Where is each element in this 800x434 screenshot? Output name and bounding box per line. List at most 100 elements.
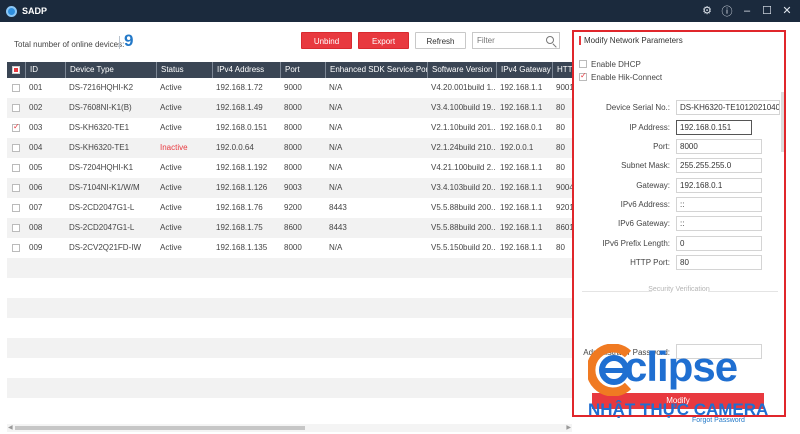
table-row[interactable]: 001 DS-7216HQHI-K2 Active 192.168.1.72 9000 N…	[7, 78, 572, 98]
device-serial-input[interactable]: DS-KH6320-TE10120210401WRQ0	[676, 100, 780, 115]
cell-ipv4-gateway: 192.0.0.1	[500, 143, 534, 152]
refresh-button[interactable]: Refresh	[415, 32, 466, 49]
cell-http: 80	[556, 143, 565, 152]
col-id[interactable]: ID	[25, 62, 65, 78]
maximize-icon[interactable]: ☐	[760, 3, 774, 18]
title-bar: SADP ⚙ ⓘ – ☐ ✕	[0, 0, 800, 22]
port-label: Port:	[653, 142, 670, 151]
table-row[interactable]: 006 DS-7104NI-K1/W/M Active 192.168.1.126 90…	[7, 178, 572, 198]
col-sdk-port[interactable]: Enhanced SDK Service Port	[325, 62, 427, 78]
row-checkbox[interactable]	[12, 104, 20, 112]
info-icon[interactable]: ⓘ	[720, 3, 734, 18]
subnet-mask-input[interactable]: 255.255.255.0	[676, 158, 762, 173]
cell-sdk-port: N/A	[329, 143, 343, 152]
row-checkbox[interactable]	[12, 244, 20, 252]
gateway-label: Gateway:	[636, 181, 670, 190]
filter-input[interactable]	[473, 33, 541, 48]
row-checkbox[interactable]	[12, 122, 20, 132]
enable-dhcp-option[interactable]: Enable DHCP	[579, 60, 641, 69]
table-row	[7, 338, 572, 358]
col-http[interactable]: HTTP	[552, 62, 572, 78]
ipv6-gateway-input[interactable]: ::	[676, 216, 762, 231]
settings-gear-icon[interactable]: ⚙	[700, 3, 714, 18]
table-row	[7, 278, 572, 298]
minimize-icon[interactable]: –	[740, 3, 754, 18]
app-title: SADP	[22, 6, 48, 16]
cell-ipv4-address: 192.168.1.49	[216, 103, 263, 112]
col-status[interactable]: Status	[156, 62, 212, 78]
cell-id: 001	[29, 83, 43, 92]
search-icon[interactable]	[546, 36, 554, 44]
cell-status: Active	[160, 243, 182, 252]
cell-sdk-port: N/A	[329, 163, 343, 172]
scroll-right-icon[interactable]: ▶	[566, 424, 571, 432]
table-row[interactable]: 002 DS-7608NI-K1(B) Active 192.168.1.49 8000…	[7, 98, 572, 118]
col-device-type[interactable]: Device Type	[65, 62, 156, 78]
row-checkbox[interactable]	[12, 204, 20, 212]
col-ipv4-gateway[interactable]: IPv4 Gateway	[496, 62, 552, 78]
close-icon[interactable]: ✕	[780, 3, 794, 18]
table-row[interactable]: 007 DS-2CD2047G1-L Active 192.168.1.76 9200 8…	[7, 198, 572, 218]
cell-status: Inactive	[160, 143, 188, 152]
cell-device-type: DS-7216HQHI-K2	[69, 83, 134, 92]
table-row[interactable]: 005 DS-7204HQHI-K1 Active 192.168.1.192 8000…	[7, 158, 572, 178]
enable-hik-connect-checkbox[interactable]	[579, 71, 587, 81]
cell-http: 80	[556, 123, 565, 132]
admin-password-input[interactable]	[676, 344, 762, 359]
panel-scrollbar[interactable]	[781, 92, 784, 152]
export-button[interactable]: Export	[358, 32, 409, 49]
col-port[interactable]: Port	[280, 62, 325, 78]
cell-ipv4-address: 192.168.0.151	[216, 123, 268, 132]
cell-ipv4-gateway: 192.168.1.1	[500, 243, 543, 252]
forgot-password-link[interactable]: Forgot Password	[692, 417, 745, 424]
cell-device-type: DS-KH6320-TE1	[69, 143, 130, 152]
row-checkbox[interactable]	[12, 164, 20, 172]
enable-dhcp-checkbox[interactable]	[579, 60, 587, 68]
ipv6-prefix-length-input[interactable]: 0	[676, 236, 762, 251]
cell-http: 9201	[556, 203, 572, 212]
cell-device-type: DS-2CV2Q21FD-IW	[69, 243, 142, 252]
enable-hik-connect-label: Enable Hik-Connect	[591, 73, 663, 82]
ip-address-input[interactable]: 192.168.0.151	[676, 120, 752, 135]
table-row[interactable]: 009 DS-2CV2Q21FD-IW Active 192.168.1.135 800…	[7, 238, 572, 258]
cell-port: 8000	[284, 103, 302, 112]
horizontal-scrollbar[interactable]: ◀ ▶	[7, 424, 572, 432]
online-devices-count: 9	[124, 31, 134, 50]
table-row[interactable]: 004 DS-KH6320-TE1 Inactive 192.0.0.64 8000 N/…	[7, 138, 572, 158]
row-checkbox[interactable]	[12, 184, 20, 192]
cell-http: 9001	[556, 83, 572, 92]
enable-hik-connect-option[interactable]: Enable Hik-Connect	[579, 71, 663, 82]
cell-ipv4-gateway: 192.168.1.1	[500, 83, 543, 92]
cell-http: 80	[556, 163, 565, 172]
ipv6-address-input[interactable]: ::	[676, 197, 762, 212]
cell-device-type: DS-KH6320-TE1	[69, 123, 130, 132]
row-checkbox[interactable]	[12, 144, 20, 152]
panel-title-marker	[579, 36, 581, 45]
cell-software-version: V5.5.150build 20...	[431, 243, 496, 252]
col-software-version[interactable]: Software Version	[427, 62, 496, 78]
select-all-checkbox[interactable]	[12, 66, 20, 74]
cell-ipv4-address: 192.168.1.135	[216, 243, 268, 252]
table-row[interactable]: 003 DS-KH6320-TE1 Active 192.168.0.151 8000 N…	[7, 118, 572, 138]
port-input[interactable]: 8000	[676, 139, 762, 154]
scroll-thumb[interactable]	[15, 426, 305, 430]
table-row	[7, 298, 572, 318]
cell-device-type: DS-7608NI-K1(B)	[69, 103, 132, 112]
row-checkbox[interactable]	[12, 224, 20, 232]
table-row	[7, 318, 572, 338]
unbind-button[interactable]: Unbind	[301, 32, 352, 49]
table-row[interactable]: 008 DS-2CD2047G1-L Active 192.168.1.75 8600 8…	[7, 218, 572, 238]
scroll-left-icon[interactable]: ◀	[8, 424, 13, 432]
gateway-input[interactable]: 192.168.0.1	[676, 178, 762, 193]
table-row	[7, 358, 572, 378]
http-port-input[interactable]: 80	[676, 255, 762, 270]
online-devices-label: Total number of online devices:	[14, 40, 125, 49]
cell-sdk-port: N/A	[329, 83, 343, 92]
modify-button[interactable]: Modify	[592, 393, 764, 409]
row-checkbox[interactable]	[12, 84, 20, 92]
cell-http: 9004	[556, 183, 572, 192]
enable-dhcp-label: Enable DHCP	[591, 60, 641, 69]
filter-box	[472, 32, 560, 49]
col-ipv4-address[interactable]: IPv4 Address	[212, 62, 280, 78]
table-row	[7, 398, 572, 418]
